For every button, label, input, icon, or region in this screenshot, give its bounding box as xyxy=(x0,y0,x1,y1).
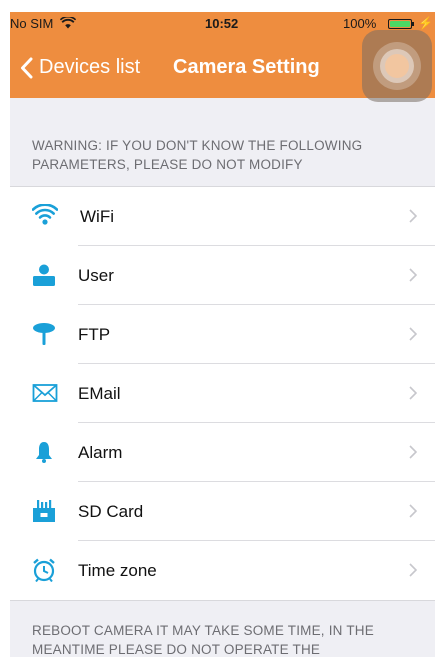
battery-tip xyxy=(412,22,414,26)
reboot-notice-text: REBOOT CAMERA IT MAY TAKE SOME TIME, IN … xyxy=(32,623,374,657)
user-icon xyxy=(32,263,56,287)
settings-item-label: EMail xyxy=(78,384,121,403)
chevron-left-icon xyxy=(21,57,33,78)
settings-list: WiFi User FTP EMail Alarm SD Card Time z… xyxy=(10,186,435,601)
app-screen: No SIM 10:52 100% ⚡ Devices list Camera … xyxy=(10,12,435,657)
sd-card-icon xyxy=(32,499,56,523)
wifi-status-icon xyxy=(59,15,77,32)
wifi-icon xyxy=(31,203,59,228)
ftp-icon xyxy=(32,322,56,346)
chevron-right-icon xyxy=(409,327,418,346)
settings-item-time-zone[interactable]: Time zone xyxy=(10,541,435,600)
bell-icon xyxy=(32,440,56,464)
settings-item-label: FTP xyxy=(78,325,111,344)
chevron-right-icon xyxy=(409,445,418,464)
battery-icon xyxy=(388,19,412,29)
settings-item-label: Alarm xyxy=(78,443,123,462)
settings-item-wifi[interactable]: WiFi xyxy=(10,187,435,246)
settings-item-label: Time zone xyxy=(78,561,157,580)
carrier-label: No SIM xyxy=(10,16,54,31)
settings-item-label: SD Card xyxy=(78,502,144,521)
chevron-right-icon xyxy=(409,209,418,228)
chevron-right-icon xyxy=(409,504,418,523)
chevron-right-icon xyxy=(409,563,418,582)
settings-item-email[interactable]: EMail xyxy=(10,364,435,423)
battery-percent-label: 100% xyxy=(343,16,377,31)
envelope-icon xyxy=(32,381,58,405)
settings-item-sd-card[interactable]: SD Card xyxy=(10,482,435,541)
warning-text: WARNING: IF YOU DON'T KNOW THE FOLLOWING… xyxy=(32,138,363,172)
charging-bolt-icon: ⚡ xyxy=(418,16,433,30)
alarm-clock-icon xyxy=(32,558,56,583)
chevron-right-icon xyxy=(409,386,418,405)
settings-item-alarm[interactable]: Alarm xyxy=(10,423,435,482)
chevron-right-icon xyxy=(409,268,418,287)
page-title: Camera Setting xyxy=(173,56,320,78)
settings-item-ftp[interactable]: FTP xyxy=(10,305,435,364)
settings-item-label: User xyxy=(78,266,114,285)
navigation-header: No SIM 10:52 100% ⚡ Devices list Camera … xyxy=(10,12,435,102)
assistive-touch-button[interactable] xyxy=(362,30,432,102)
back-button[interactable]: Devices list xyxy=(20,56,140,79)
settings-item-user[interactable]: User xyxy=(10,246,435,305)
settings-item-label: WiFi xyxy=(80,207,114,226)
back-button-label: Devices list xyxy=(39,56,141,78)
clock-label: 10:52 xyxy=(205,16,239,31)
battery-fill xyxy=(390,21,410,27)
